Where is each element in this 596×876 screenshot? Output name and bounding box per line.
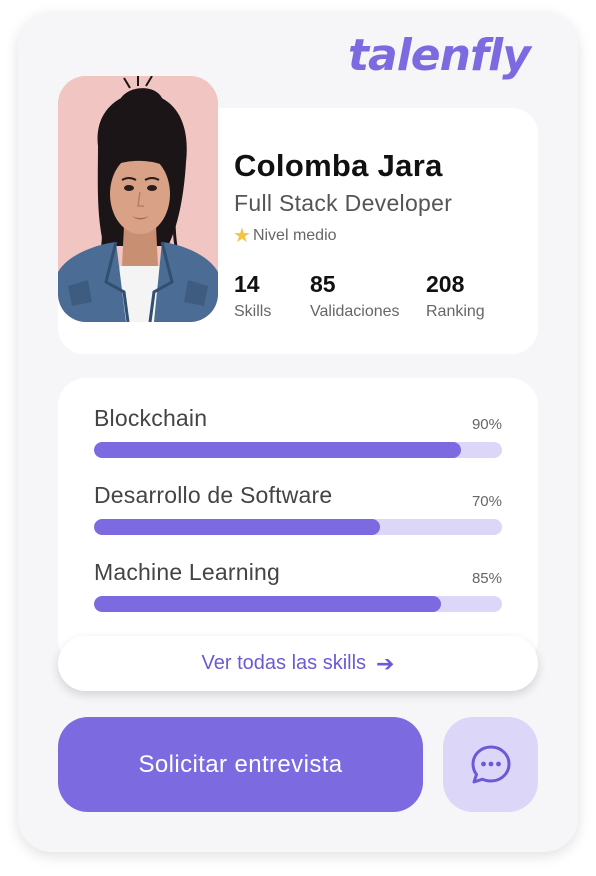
skill-name-software: Desarrollo de Software (94, 482, 333, 508)
candidate-level: ★ Nivel medio (233, 226, 337, 246)
skill-bar-fill (94, 442, 462, 458)
skill-name-blockchain: Blockchain (94, 405, 208, 431)
skill-bar-fill (94, 519, 380, 535)
stat-skills-label: Skills (234, 303, 272, 320)
skill-percent-ml: 85% (471, 570, 502, 587)
skill-bar-fill (94, 596, 441, 612)
stat-ranking-label: Ranking (426, 303, 485, 320)
level-label: Nivel medio (252, 227, 337, 244)
stat-skills-value: 14 (234, 271, 260, 297)
arrow-right-icon: ➔ (376, 650, 395, 676)
candidate-role: Full Stack Developer (234, 190, 453, 216)
brand-logo: talenfly (348, 30, 531, 81)
skill-name-ml: Machine Learning (94, 559, 281, 585)
see-all-skills-label: Ver todas las skills (201, 652, 367, 674)
request-interview-button[interactable]: Solicitar entrevista (58, 717, 423, 812)
avatar-photo (58, 76, 218, 322)
skill-bar-ml (94, 596, 502, 612)
skill-percent-software: 70% (471, 493, 502, 510)
chat-button[interactable] (443, 717, 538, 812)
skill-bar-blockchain (94, 442, 502, 458)
star-icon: ★ (233, 225, 251, 247)
stat-ranking-value: 208 (426, 271, 465, 297)
chat-bubble-icon (471, 745, 510, 783)
skill-percent-blockchain: 90% (471, 416, 502, 433)
stat-validaciones-value: 85 (310, 271, 336, 297)
see-all-skills-button[interactable]: Ver todas las skills ➔ (58, 636, 538, 691)
skill-bar-software (94, 519, 502, 535)
avatar (58, 76, 218, 322)
stat-validaciones-label: Validaciones (310, 303, 400, 320)
candidate-name: Colomba Jara (234, 148, 443, 183)
